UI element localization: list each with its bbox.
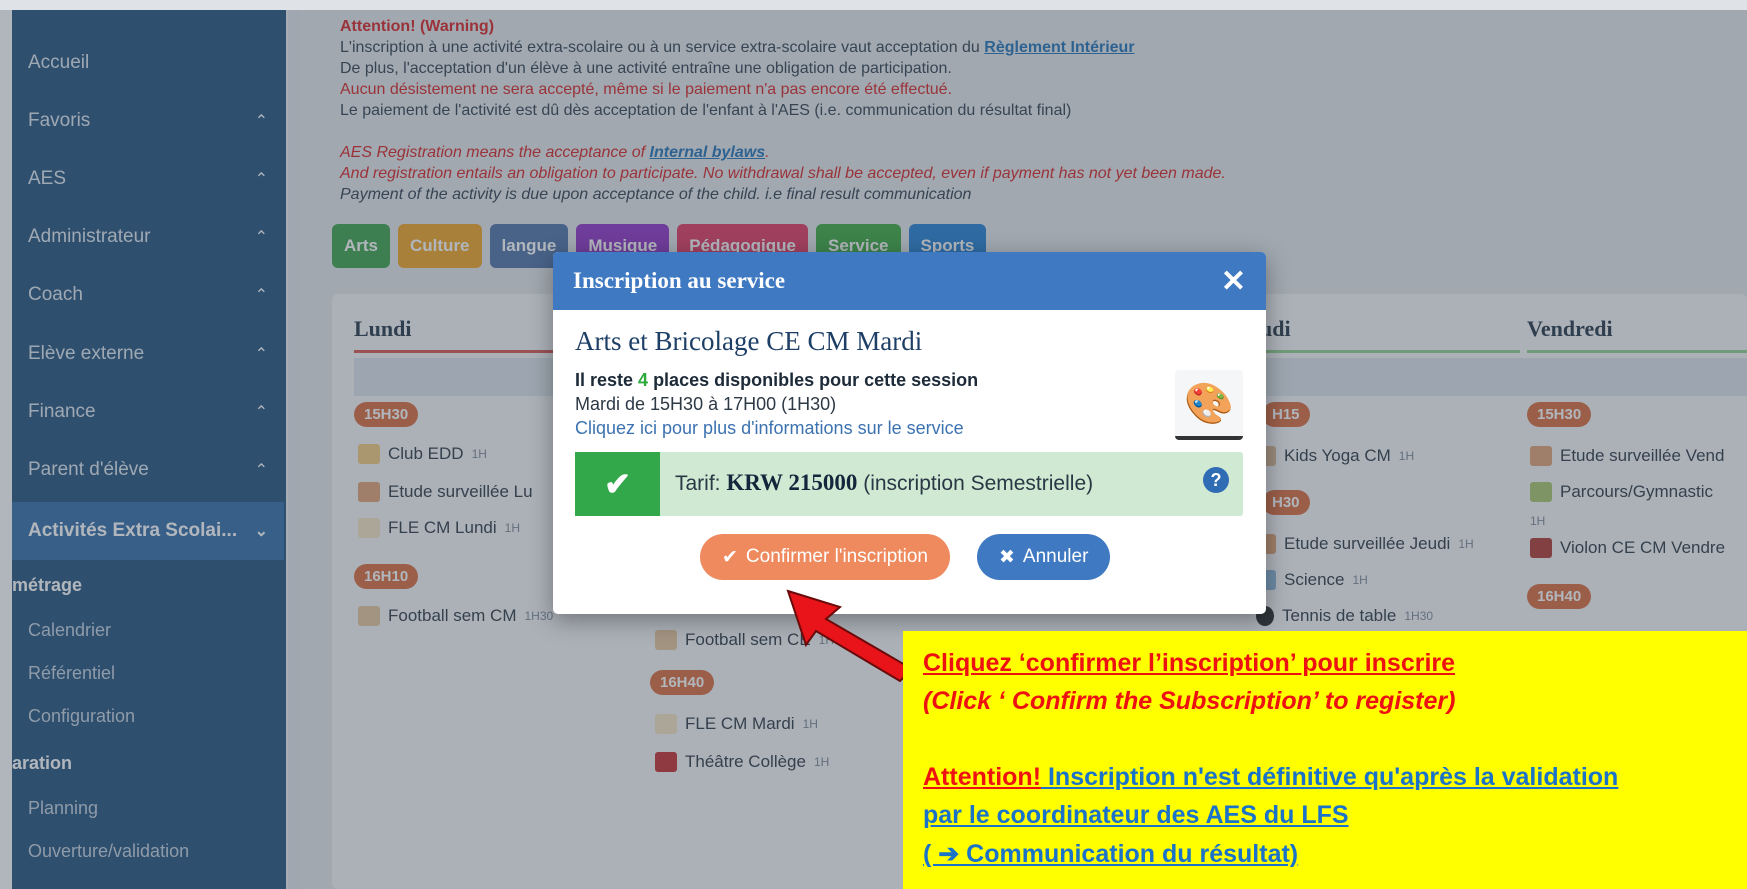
callout-attention-label: Attention! xyxy=(923,763,1042,791)
callout-line-en: (Click ‘ Confirm the Subscription’ to re… xyxy=(923,687,1456,715)
callout-line: par le coordinateur des AES du LFS xyxy=(923,801,1349,829)
more-info-link[interactable]: Cliquez ici pour plus d'informations sur… xyxy=(575,418,964,439)
tarif-box: ✔ Tarif: KRW 215000 (inscription Semestr… xyxy=(575,452,1243,516)
close-icon: ✖ xyxy=(999,546,1015,568)
check-icon: ✔ xyxy=(722,546,738,568)
places-text: places disponibles pour cette session xyxy=(648,370,979,390)
palette-icon: 🎨 xyxy=(1175,370,1243,440)
callout-attention: Attention! Inscription n'est définitive … xyxy=(923,763,1618,792)
tarif-value: KRW 215000 xyxy=(726,470,858,495)
confirm-label: Confirmer l'inscription xyxy=(745,546,928,567)
service-schedule: Mardi de 15H30 à 17H00 (1H30) xyxy=(575,394,837,414)
modal-header: Inscription au service ✕ xyxy=(553,252,1266,310)
tarif-label: Tarif: xyxy=(675,472,727,495)
check-icon: ✔ xyxy=(575,452,660,516)
cancel-label: Annuler xyxy=(1022,546,1089,567)
tarif-note: (inscription Semestrielle) xyxy=(857,472,1094,495)
callout-attention-text: Inscription n'est définitive qu'après la… xyxy=(1041,763,1619,791)
callout-line-fr: Cliquez ‘confirmer l’inscription’ pour i… xyxy=(923,649,1456,677)
places-text: Il reste xyxy=(575,370,639,390)
red-arrow-icon xyxy=(786,589,914,683)
places-available: Il reste 4 places disponibles pour cette… xyxy=(575,370,978,391)
top-strip xyxy=(0,0,1747,10)
instruction-callout: Cliquez ‘confirmer l’inscription’ pour i… xyxy=(903,631,1747,889)
close-icon[interactable]: ✕ xyxy=(1221,264,1246,299)
tarif-text: Tarif: KRW 215000 (inscription Semestrie… xyxy=(675,470,1093,496)
service-name: Arts et Bricolage CE CM Mardi xyxy=(575,326,923,356)
cancel-button[interactable]: ✖ Annuler xyxy=(977,534,1111,580)
inscription-modal: Inscription au service ✕ Arts et Bricola… xyxy=(553,252,1266,614)
confirm-button[interactable]: ✔ Confirmer l'inscription xyxy=(700,534,950,580)
callout-line: ( ➔ Communication du résultat) xyxy=(923,840,1299,868)
places-count: 4 xyxy=(638,370,649,390)
app-window: Accueil Favoris ⌃ AES ⌃ Administrateur ⌃ Co… xyxy=(0,0,1747,889)
modal-title: Inscription au service xyxy=(573,268,786,293)
help-icon[interactable]: ? xyxy=(1203,467,1229,493)
